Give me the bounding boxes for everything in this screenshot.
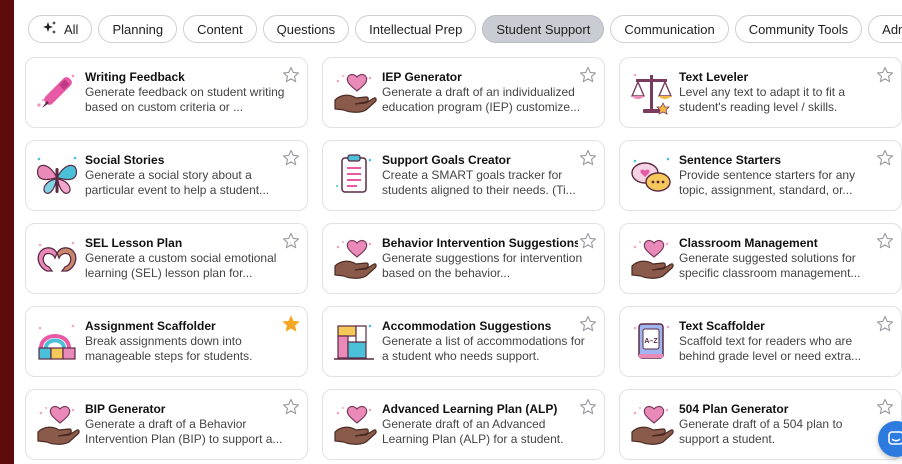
- filter-all[interactable]: All: [28, 15, 93, 43]
- tool-description: Generate suggestions for intervention ba…: [382, 251, 583, 280]
- tool-title: SEL Lesson Plan: [85, 236, 183, 250]
- star-outline-icon[interactable]: [282, 149, 300, 167]
- filter-community-tools[interactable]: Community Tools: [734, 15, 863, 43]
- tool-card-iep-generator[interactable]: IEP Generator Generate a draft of an indi…: [322, 57, 605, 128]
- tool-description: Generate a list of accommodations for a …: [382, 334, 585, 363]
- filter-questions[interactable]: Questions: [262, 15, 350, 43]
- heart-hands-icon: [33, 235, 81, 283]
- category-filter-bar: All Planning Content Questions Intellectual …: [28, 15, 902, 43]
- building-blocks-icon: [330, 318, 378, 366]
- filter-label: Community Tools: [748, 21, 849, 37]
- tool-title: 504 Plan Generator: [679, 402, 789, 416]
- tool-description: Generate a draft of an individualized ed…: [382, 85, 581, 114]
- tool-grid: Writing Feedback Generate feedback on stu…: [25, 57, 902, 460]
- tool-card-text-leveler[interactable]: Text Leveler Level any text to adapt it t…: [619, 57, 902, 128]
- filter-label: Admin: [882, 21, 902, 37]
- tool-description: Break assignments down into manageable s…: [85, 334, 253, 363]
- tool-card-bip-generator[interactable]: BIP Generator Generate a draft of a Behav…: [25, 389, 308, 460]
- tool-card-behavior-intervention-suggestions[interactable]: Behavior Intervention Suggestions Generat…: [322, 223, 605, 294]
- tool-description: Generate draft of an Advanced Learning P…: [382, 417, 564, 446]
- rainbow-blocks-icon: [33, 318, 81, 366]
- tool-description: Generate a custom social emotional learn…: [85, 251, 277, 280]
- tool-card-support-goals-creator[interactable]: Support Goals Creator Create a SMART goal…: [322, 140, 605, 211]
- star-outline-icon[interactable]: [876, 398, 894, 416]
- star-outline-icon[interactable]: [282, 66, 300, 84]
- star-filled-icon[interactable]: [282, 315, 300, 333]
- tool-title: Advanced Learning Plan (ALP): [382, 402, 558, 416]
- tool-card-sentence-starters[interactable]: Sentence Starters Provide sentence starte…: [619, 140, 902, 211]
- tool-description: Generate a social story about a particul…: [85, 168, 270, 197]
- tool-library-panel: All Planning Content Questions Intellectual …: [14, 0, 902, 464]
- tool-title: Text Leveler: [679, 70, 749, 84]
- tool-title: Text Scaffolder: [679, 319, 765, 333]
- tool-description: Generate suggested solutions for specifi…: [679, 251, 861, 280]
- tool-description: Scaffold text for readers who are behind…: [679, 334, 862, 363]
- hand-heart-icon: [330, 401, 378, 449]
- tool-card-sel-lesson-plan[interactable]: SEL Lesson Plan Generate a custom social …: [25, 223, 308, 294]
- tool-card-advanced-learning-plan-alp[interactable]: Advanced Learning Plan (ALP) Generate dra…: [322, 389, 605, 460]
- star-outline-icon[interactable]: [579, 232, 597, 250]
- filter-label: Questions: [276, 21, 336, 37]
- star-outline-icon[interactable]: [579, 66, 597, 84]
- filter-label: Planning: [112, 21, 164, 37]
- tool-card-assignment-scaffolder[interactable]: Assignment Scaffolder Break assignments d…: [25, 306, 308, 377]
- tool-card-writing-feedback[interactable]: Writing Feedback Generate feedback on stu…: [25, 57, 308, 128]
- tool-card-accommodation-suggestions[interactable]: Accommodation Suggestions Generate a list…: [322, 306, 605, 377]
- star-outline-icon[interactable]: [579, 149, 597, 167]
- filter-intellectual-prep[interactable]: Intellectual Prep: [355, 15, 477, 43]
- tool-title: BIP Generator: [85, 402, 166, 416]
- svg-text:A–Z: A–Z: [644, 338, 658, 345]
- tool-card-classroom-management[interactable]: Classroom Management Generate suggested s…: [619, 223, 902, 294]
- hand-heart-icon: [33, 401, 81, 449]
- star-outline-icon[interactable]: [876, 149, 894, 167]
- star-outline-icon[interactable]: [876, 66, 894, 84]
- filter-admin[interactable]: Admin: [868, 15, 902, 43]
- filter-label: All: [64, 21, 79, 37]
- chat-icon: [888, 431, 902, 445]
- tool-card-social-stories[interactable]: Social Stories Generate a social story ab…: [25, 140, 308, 211]
- tool-title: Social Stories: [85, 153, 165, 167]
- star-outline-icon[interactable]: [579, 315, 597, 333]
- tool-description: Provide sentence starters for any topic,…: [679, 168, 856, 197]
- tool-description: Generate a draft of a Behavior Intervent…: [85, 417, 283, 446]
- checklist-icon: [330, 152, 378, 200]
- filter-student-support[interactable]: Student Support: [482, 15, 605, 43]
- filter-label: Intellectual Prep: [369, 21, 463, 37]
- filter-label: Content: [197, 21, 243, 37]
- tool-card-504-plan-generator[interactable]: 504 Plan Generator Generate draft of a 50…: [619, 389, 902, 460]
- filter-communication[interactable]: Communication: [610, 15, 729, 43]
- tool-title: Assignment Scaffolder: [85, 319, 216, 333]
- tool-title: IEP Generator: [382, 70, 462, 84]
- star-outline-icon[interactable]: [282, 398, 300, 416]
- tool-title: Classroom Management: [679, 236, 818, 250]
- tool-title: Accommodation Suggestions: [382, 319, 552, 333]
- hand-heart-icon: [627, 235, 675, 283]
- tool-description: Create a SMART goals tracker for student…: [382, 168, 576, 197]
- tool-title: Behavior Intervention Suggestions: [382, 236, 578, 250]
- dictionary-icon: A–Z: [627, 318, 675, 366]
- pen-icon: [33, 69, 81, 117]
- butterfly-icon: [33, 152, 81, 200]
- sparkle-icon: [42, 20, 58, 39]
- tool-description: Generate draft of a 504 plan to support …: [679, 417, 843, 446]
- tool-title: Writing Feedback: [85, 70, 185, 84]
- tool-card-text-scaffolder[interactable]: A–Z Text Scaffolder Scaffold text for read…: [619, 306, 902, 377]
- filter-planning[interactable]: Planning: [98, 15, 178, 43]
- tool-description: Generate feedback on student writing bas…: [85, 85, 285, 114]
- star-outline-icon[interactable]: [876, 232, 894, 250]
- tool-description: Level any text to adapt it to fit a stud…: [679, 85, 846, 114]
- scales-icon: [627, 69, 675, 117]
- star-outline-icon[interactable]: [282, 232, 300, 250]
- tool-title: Support Goals Creator: [382, 153, 511, 167]
- hand-heart-icon: [330, 69, 378, 117]
- filter-content[interactable]: Content: [183, 15, 257, 43]
- filter-label: Student Support: [496, 21, 591, 37]
- tool-title: Sentence Starters: [679, 153, 782, 167]
- star-outline-icon[interactable]: [579, 398, 597, 416]
- hand-heart-icon: [330, 235, 378, 283]
- hand-heart-icon: [627, 401, 675, 449]
- star-outline-icon[interactable]: [876, 315, 894, 333]
- speech-bubbles-icon: [627, 152, 675, 200]
- filter-label: Communication: [624, 21, 715, 37]
